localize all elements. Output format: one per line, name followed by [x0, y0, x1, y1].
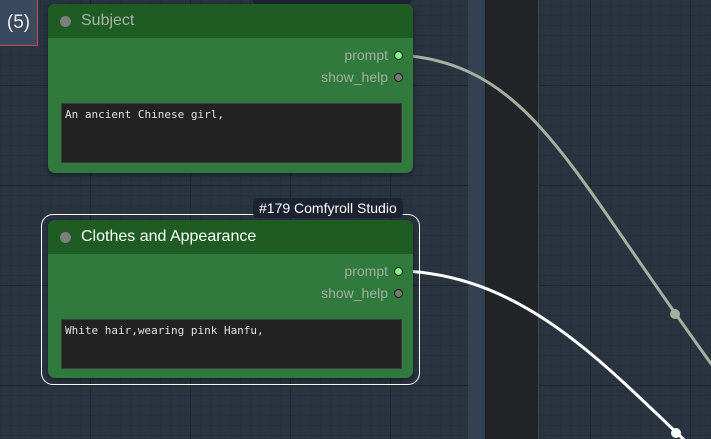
- node-title: Clothes and Appearance: [81, 228, 257, 245]
- link-midpoint-clothes[interactable]: [671, 428, 681, 438]
- node-title: Subject: [81, 12, 135, 29]
- node-clothes-and-appearance[interactable]: Clothes and Appearance prompt show_help …: [48, 220, 413, 378]
- prompt-textarea[interactable]: An ancient Chinese girl,: [61, 103, 402, 163]
- output-slot-prompt[interactable]: prompt: [344, 46, 403, 64]
- group-badge[interactable]: (5): [0, 0, 38, 46]
- output-connected-dot-icon[interactable]: [394, 50, 403, 60]
- output-slot-show-help[interactable]: show_help: [321, 284, 403, 302]
- slot-label: show_help: [321, 285, 388, 301]
- collapse-dot-icon[interactable]: [60, 231, 71, 243]
- node-id-tag: #179 Comfyroll Studio: [253, 198, 403, 218]
- node-subject[interactable]: Subject prompt show_help An ancient Chin…: [48, 4, 413, 173]
- group-badge-label: (5): [6, 11, 31, 33]
- link-subject-prompt[interactable]: [401, 53, 711, 395]
- slot-label: show_help: [321, 69, 388, 85]
- slot-label: prompt: [344, 263, 388, 279]
- prompt-textarea[interactable]: White hair,wearing pink Hanfu,: [61, 319, 402, 369]
- node-header[interactable]: Subject: [48, 4, 413, 38]
- output-idle-dot-icon[interactable]: [394, 288, 403, 298]
- output-slot-prompt[interactable]: prompt: [344, 262, 403, 280]
- link-clothes-prompt[interactable]: [401, 269, 700, 439]
- link-midpoint-subject[interactable]: [670, 309, 680, 319]
- output-idle-dot-icon[interactable]: [394, 72, 403, 82]
- collapse-dot-icon[interactable]: [60, 15, 71, 27]
- node-header[interactable]: Clothes and Appearance: [48, 220, 413, 254]
- slot-label: prompt: [344, 47, 388, 63]
- output-connected-dot-icon[interactable]: [394, 266, 403, 276]
- output-slot-show-help[interactable]: show_help: [321, 68, 403, 86]
